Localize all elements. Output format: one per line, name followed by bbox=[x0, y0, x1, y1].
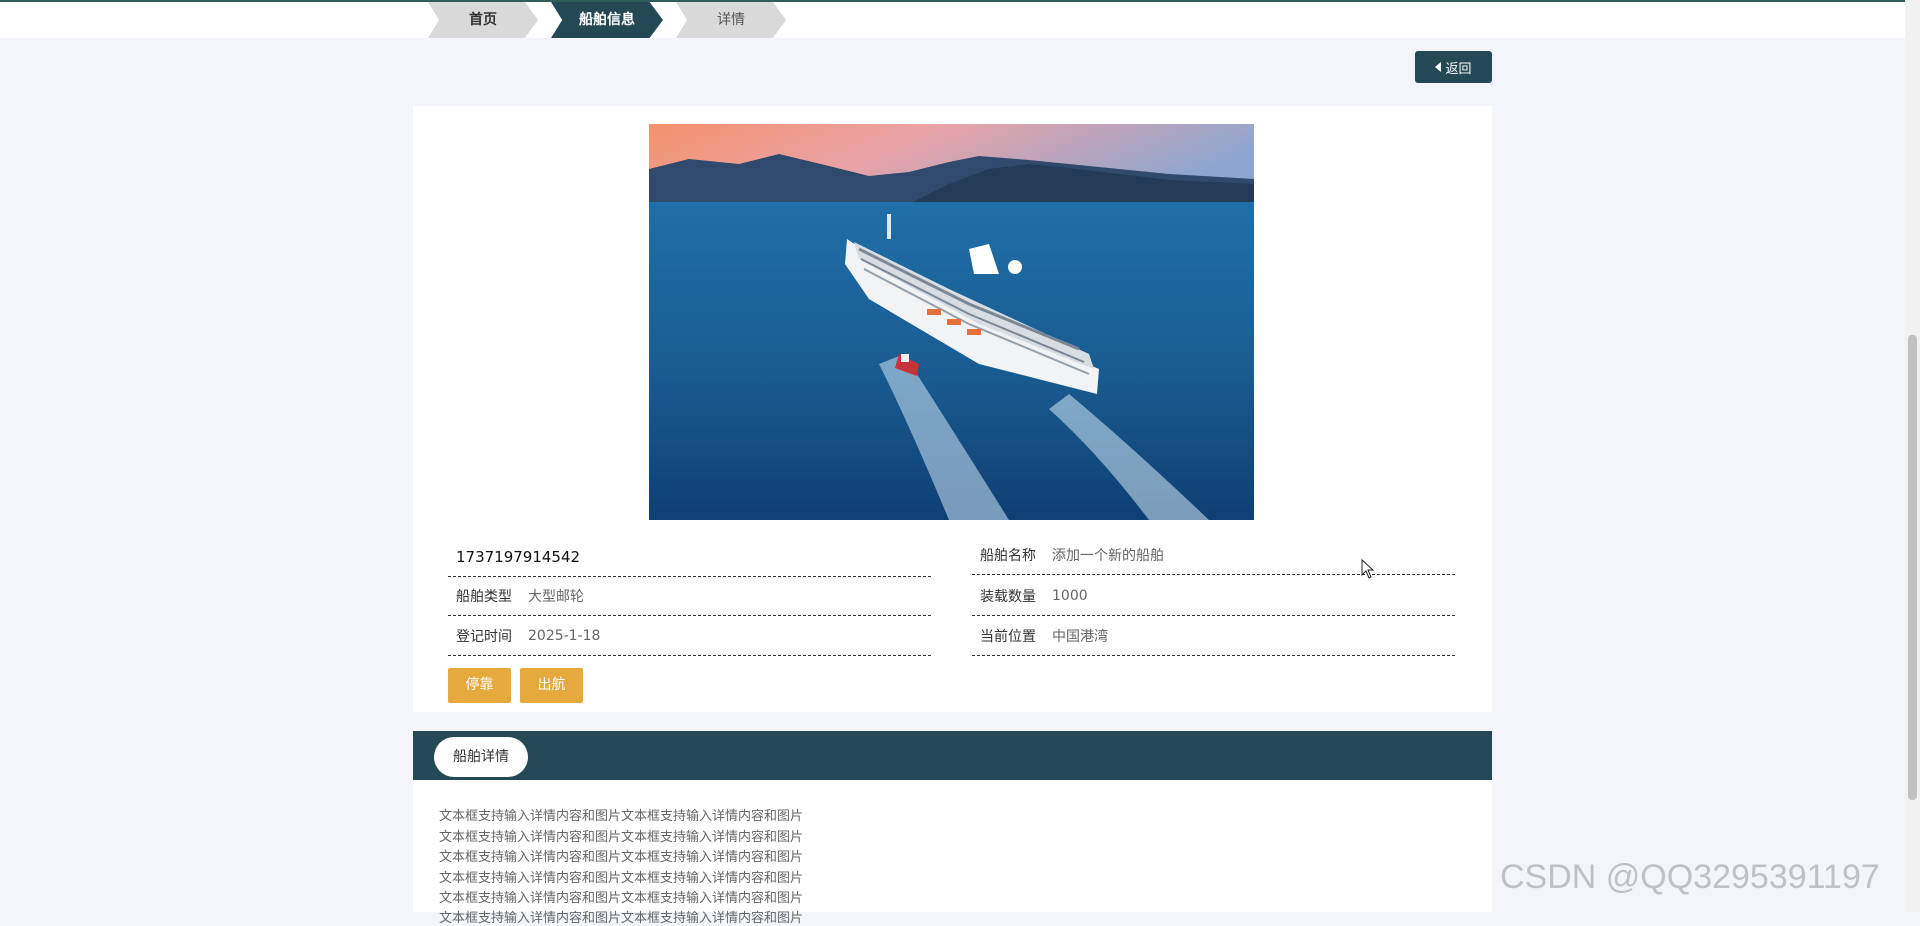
ship-name-label: 船舶名称 bbox=[980, 548, 1036, 564]
breadcrumb-detail: 详情 bbox=[676, 2, 786, 38]
detail-text-line: 文本框支持输入详情内容和图片文本框支持输入详情内容和图片 bbox=[439, 830, 804, 845]
ship-type-value: 大型邮轮 bbox=[528, 589, 584, 605]
detail-text-line: 文本框支持输入详情内容和图片文本框支持输入详情内容和图片 bbox=[439, 891, 804, 906]
breadcrumb-ship-info[interactable]: 船舶信息 bbox=[551, 2, 663, 38]
ship-type-label: 船舶类型 bbox=[456, 589, 512, 605]
detail-header-bar bbox=[413, 731, 1492, 780]
caret-left-icon bbox=[1435, 62, 1442, 72]
ship-name-value: 添加一个新的船舶 bbox=[1052, 548, 1164, 564]
register-date-label: 登记时间 bbox=[456, 629, 512, 645]
dock-button[interactable]: 停靠 bbox=[448, 668, 511, 703]
ship-type-field: 船舶类型 大型邮轮 bbox=[448, 577, 931, 616]
detail-text-line: 文本框支持输入详情内容和图片文本框支持输入详情内容和图片 bbox=[439, 809, 804, 824]
ship-name-field: 船舶名称 添加一个新的船舶 bbox=[972, 536, 1455, 575]
load-quantity-value: 1000 bbox=[1052, 588, 1088, 604]
ship-photo bbox=[649, 124, 1254, 520]
scrollbar-thumb[interactable] bbox=[1908, 335, 1917, 800]
load-quantity-field: 装载数量 1000 bbox=[972, 577, 1455, 616]
detail-text-line: 文本框支持输入详情内容和图片文本框支持输入详情内容和图片 bbox=[439, 850, 804, 865]
sail-button[interactable]: 出航 bbox=[520, 668, 583, 703]
current-location-field: 当前位置 中国港湾 bbox=[972, 617, 1455, 656]
current-location-label: 当前位置 bbox=[980, 629, 1036, 645]
breadcrumb-home[interactable]: 首页 bbox=[428, 2, 538, 38]
watermark: CSDN @QQ3295391197 bbox=[1500, 858, 1880, 896]
breadcrumb: 首页 船舶信息 详情 bbox=[0, 2, 1905, 38]
back-button-label: 返回 bbox=[1445, 61, 1472, 77]
mouse-cursor-icon bbox=[1361, 558, 1375, 583]
back-button[interactable]: 返回 bbox=[1415, 51, 1492, 83]
tab-ship-detail[interactable]: 船舶详情 bbox=[434, 737, 528, 777]
register-date-field: 登记时间 2025-1-18 bbox=[448, 617, 931, 656]
detail-text-line: 文本框支持输入详情内容和图片文本框支持输入详情内容和图片 bbox=[439, 911, 804, 926]
register-date-value: 2025-1-18 bbox=[528, 628, 601, 644]
ship-id-field: 1737197914542 bbox=[448, 538, 931, 577]
ship-id-value: 1737197914542 bbox=[456, 548, 581, 566]
load-quantity-label: 装载数量 bbox=[980, 589, 1036, 605]
current-location-value: 中国港湾 bbox=[1052, 629, 1108, 645]
detail-text-line: 文本框支持输入详情内容和图片文本框支持输入详情内容和图片 bbox=[439, 871, 804, 886]
